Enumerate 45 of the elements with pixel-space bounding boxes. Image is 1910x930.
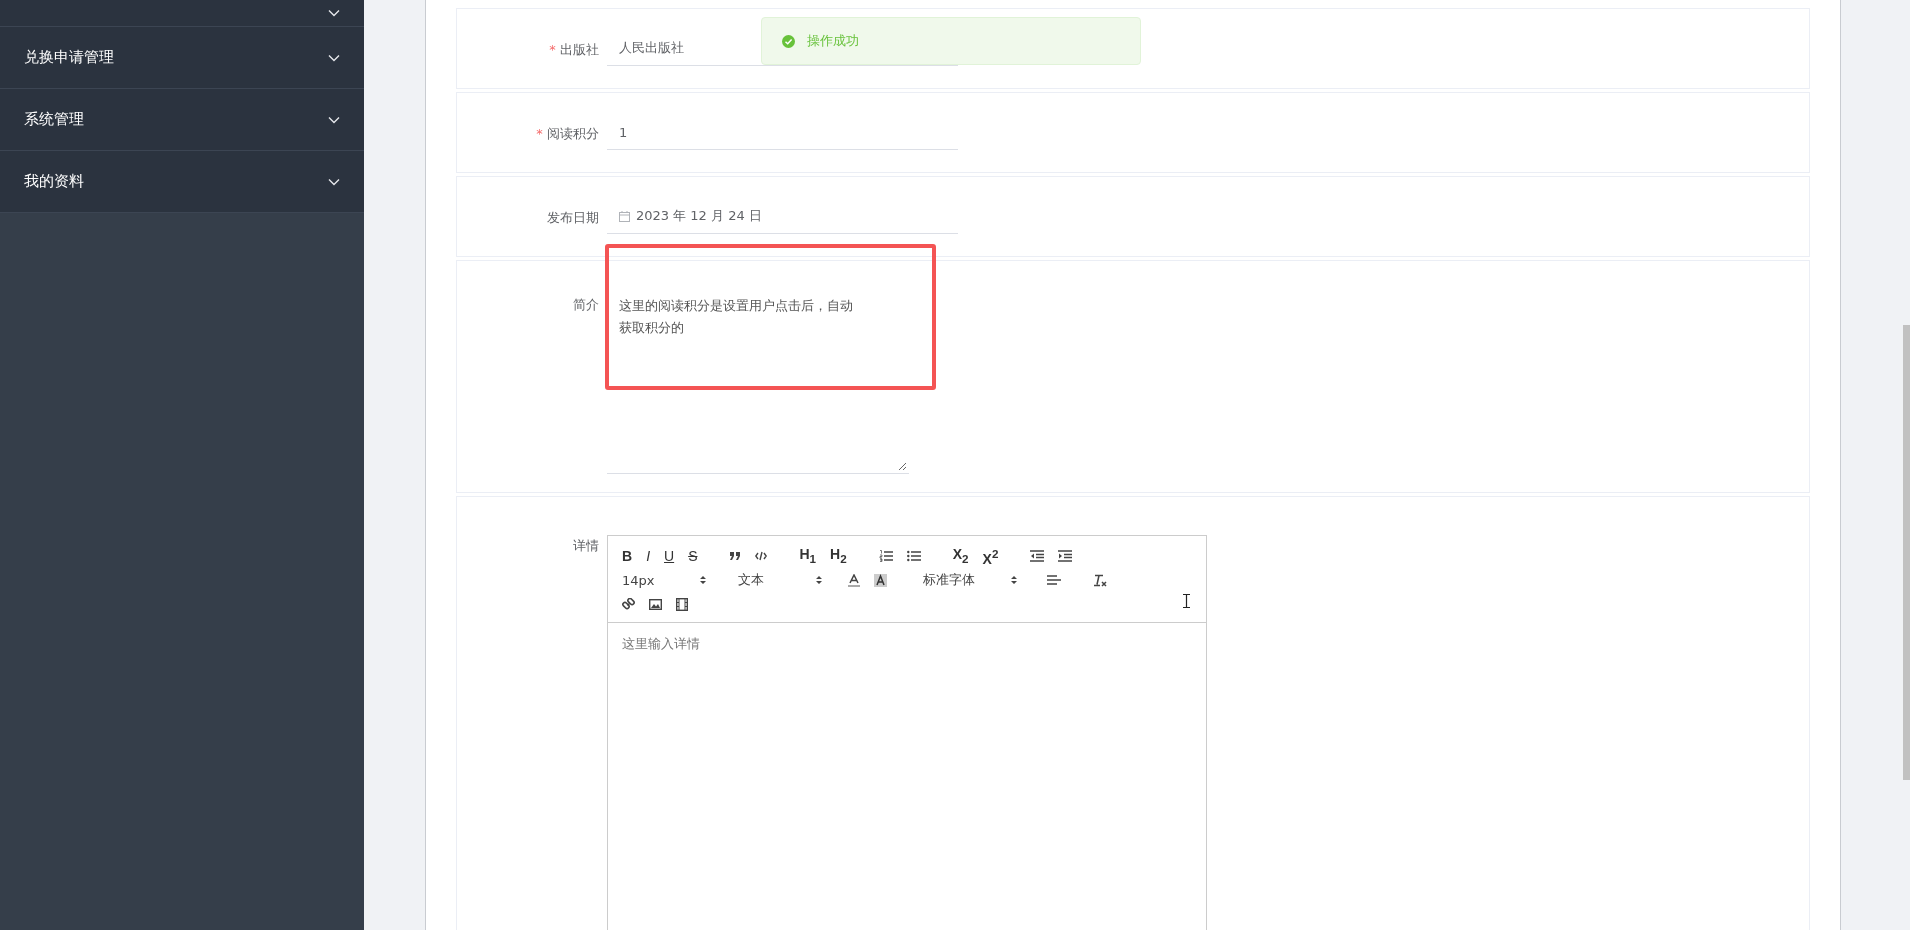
- italic-button[interactable]: I: [646, 548, 650, 564]
- video-icon[interactable]: [676, 597, 688, 611]
- subscript-button[interactable]: X$_{2}$: [952, 545, 969, 567]
- field-label: 简介: [573, 297, 599, 312]
- calendar-icon: [619, 210, 630, 222]
- code-icon[interactable]: [755, 551, 768, 561]
- sidebar-item[interactable]: 系统管理: [0, 89, 364, 151]
- sidebar-item[interactable]: 兑换申请管理: [0, 27, 364, 89]
- sidebar-item[interactable]: 我的资料: [0, 151, 364, 213]
- heading-button[interactable]: H$_{1}$: [799, 545, 817, 567]
- scrollbar-thumb[interactable]: [1903, 325, 1910, 780]
- font-size-select[interactable]: 14px: [622, 572, 706, 588]
- field-label: * 出版社: [549, 41, 599, 57]
- editor-field[interactable]: 这里输入详情: [608, 623, 1206, 930]
- ordered-list-icon[interactable]: [878, 550, 893, 562]
- link-icon[interactable]: [622, 597, 635, 611]
- image-icon[interactable]: [649, 598, 662, 610]
- align-icon[interactable]: [1047, 574, 1061, 586]
- textarea-field[interactable]: 这里的阅读积分是设置用户点击后，自动获取积分的: [607, 261, 909, 474]
- date-field[interactable]: 2023 年 12 月 24 日: [607, 199, 958, 234]
- field-label: * 阅读积分: [536, 125, 599, 141]
- underline-button[interactable]: U: [664, 548, 675, 564]
- success-toast: 操作成功: [761, 17, 1141, 65]
- updown-arrows-icon: [1011, 575, 1017, 585]
- indent-icon[interactable]: [1058, 550, 1073, 562]
- updown-arrows-icon: [816, 575, 822, 585]
- resize-handle-icon[interactable]: [898, 462, 907, 471]
- clear-format-icon[interactable]: [1093, 573, 1108, 587]
- field-label: 详情: [573, 538, 599, 553]
- check-circle-icon: [782, 34, 795, 48]
- input-field[interactable]: 1: [607, 115, 958, 150]
- heading-button[interactable]: H$_{2}$: [830, 545, 847, 567]
- superscript-button[interactable]: X$^{2}$: [982, 545, 999, 567]
- quote-icon[interactable]: [729, 551, 742, 561]
- text-cursor-icon: [1183, 594, 1190, 608]
- text-style-select[interactable]: 文本: [738, 571, 822, 589]
- highlight-color-icon[interactable]: [874, 573, 887, 587]
- strikethrough-button[interactable]: S: [688, 548, 698, 564]
- bullet-list-icon[interactable]: [906, 550, 921, 562]
- font-color-icon[interactable]: [848, 573, 860, 587]
- field-label: 发布日期: [547, 209, 599, 225]
- outdent-icon[interactable]: [1030, 550, 1045, 562]
- font-family-select[interactable]: 标准字体: [923, 571, 1017, 589]
- bold-button[interactable]: B: [622, 548, 633, 564]
- updown-arrows-icon: [700, 575, 706, 585]
